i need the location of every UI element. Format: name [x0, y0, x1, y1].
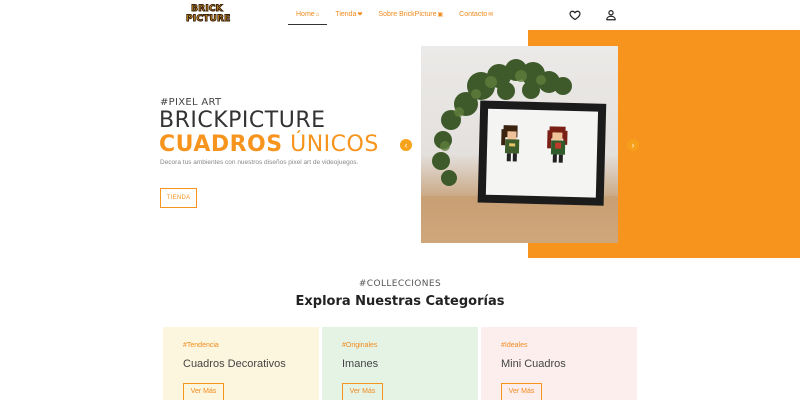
category-card-imanes[interactable]: #Originales Imanes Ver Más — [322, 327, 478, 400]
card-name: Mini Cuadros — [501, 358, 566, 370]
nav-item-home[interactable]: Home⌂ — [288, 8, 328, 25]
nav-item-home-label: Home — [296, 11, 315, 18]
nav-item-tienda[interactable]: Tienda❤ — [327, 8, 370, 25]
card-tag: #Originales — [342, 342, 378, 349]
category-cards: #Tendencia Cuadros Decorativos Ver Más #… — [163, 327, 637, 400]
card-name: Imanes — [342, 358, 379, 370]
hero-product-photo — [421, 46, 618, 243]
user-icon — [606, 10, 616, 21]
nav-item-sobre-label: Sobre BrickPicture — [378, 11, 437, 18]
mail-icon: ✉ — [488, 12, 494, 18]
chevron-left-icon: ‹ — [404, 140, 408, 150]
hero-subtitle: CUADROS ÚNICOS — [159, 132, 379, 157]
card-tag: #Ideales — [501, 342, 528, 349]
nav-item-tienda-label: Tienda — [335, 11, 357, 18]
card-tag: #Tendencia — [183, 342, 219, 349]
hero-tagline: #PIXEL ART — [160, 97, 222, 108]
collections-title: Explora Nuestras Categorías — [295, 294, 505, 309]
category-card-mini-cuadros[interactable]: #Ideales Mini Cuadros Ver Más — [481, 327, 637, 400]
chevron-right-icon: › — [631, 140, 635, 150]
main-menu: Home⌂ Tienda❤ Sobre BrickPicture▣ Contac… — [288, 8, 501, 26]
wishlist-button[interactable] — [569, 8, 581, 21]
heart-outline-icon — [569, 10, 581, 21]
nav-item-sobre[interactable]: Sobre BrickPicture▣ — [371, 8, 452, 25]
logo-line-1: BRICK — [191, 4, 224, 14]
category-card-cuadros[interactable]: #Tendencia Cuadros Decorativos Ver Más — [163, 327, 319, 400]
hero-description: Decora tus ambientes con nuestros diseño… — [160, 159, 359, 166]
top-navbar: BRICK PICTURE Home⌂ Tienda❤ Sobre BrickP… — [0, 0, 800, 30]
ver-mas-button[interactable]: Ver Más — [183, 383, 224, 400]
nav-item-contacto-label: Contacto — [459, 11, 488, 18]
carousel-next-button[interactable]: › — [627, 139, 639, 151]
ver-mas-button[interactable]: Ver Más — [342, 383, 383, 400]
hero-subtitle-bold: CUADROS — [159, 132, 283, 157]
carousel-prev-button[interactable]: ‹ — [400, 139, 412, 151]
hero-subtitle-rest: ÚNICOS — [282, 132, 379, 157]
heart-icon: ❤ — [357, 12, 363, 18]
account-button[interactable] — [605, 8, 617, 21]
home-icon: ⌂ — [315, 12, 320, 18]
nav-item-contacto[interactable]: Contacto✉ — [451, 8, 501, 25]
card-name: Cuadros Decorativos — [183, 358, 286, 370]
tienda-button[interactable]: TIENDA — [160, 188, 197, 208]
brickpicture-logo[interactable]: BRICK PICTURE — [186, 4, 231, 26]
lock-icon: ▣ — [437, 12, 444, 18]
ver-mas-button[interactable]: Ver Más — [501, 383, 542, 400]
collections-tag: #COLLECCIONES — [358, 279, 442, 289]
logo-line-2: PICTURE — [186, 14, 231, 24]
pixel-art-frame-image — [421, 59, 618, 243]
hero-title: BRICKPICTURE — [159, 108, 326, 133]
